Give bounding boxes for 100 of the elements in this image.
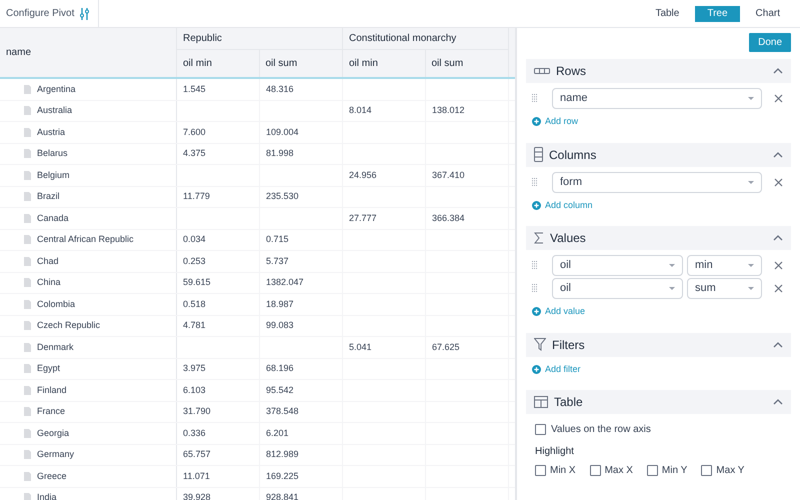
table-cell-text: 1382.047 xyxy=(266,276,304,289)
view-tab[interactable]: Chart xyxy=(744,6,792,22)
row-label: Greece xyxy=(37,470,67,482)
filter-icon xyxy=(534,338,546,351)
file-icon xyxy=(24,128,31,137)
section-header[interactable]: Filters xyxy=(526,332,791,356)
collapse-chevron-icon[interactable] xyxy=(773,68,783,74)
table-cell-text: 0.253 xyxy=(183,254,206,268)
table-cell-text: 6.201 xyxy=(266,426,289,440)
add-link[interactable]: Add column xyxy=(526,198,593,212)
file-icon xyxy=(24,192,31,202)
checkbox[interactable] xyxy=(701,465,712,476)
row-label: France xyxy=(37,405,66,418)
dropdown-caret-icon xyxy=(669,264,675,267)
row-label: Belgium xyxy=(37,168,70,182)
row-label: China xyxy=(37,276,61,289)
table-cell-text: 138.012 xyxy=(432,104,465,117)
close-icon[interactable] xyxy=(774,178,783,186)
collapse-chevron-icon[interactable] xyxy=(773,342,783,348)
table-cell-text: 67.625 xyxy=(432,340,460,354)
column-header[interactable]: oil sum xyxy=(260,50,342,77)
section-header[interactable]: Rows xyxy=(526,59,791,83)
plus-circle-icon xyxy=(532,200,541,210)
section-header[interactable]: Values xyxy=(526,226,791,250)
section-header[interactable]: Table xyxy=(526,390,791,414)
plus-circle-icon xyxy=(532,117,541,126)
table-cell-text: 5.041 xyxy=(349,340,372,354)
file-icon xyxy=(24,428,31,438)
table-cell-text: 11.779 xyxy=(183,190,210,203)
file-icon xyxy=(24,407,31,416)
table-cell-text: 4.781 xyxy=(183,319,206,332)
column-group-header: Constitutional monarchy xyxy=(343,28,508,50)
checkbox[interactable] xyxy=(646,465,658,476)
table-cell-text: 31.790 xyxy=(183,405,211,418)
table-cell-text: 1.545 xyxy=(183,82,206,96)
rows-icon xyxy=(534,67,550,75)
column-header[interactable]: oil min xyxy=(177,50,260,77)
collapse-chevron-icon[interactable] xyxy=(773,399,783,405)
row-label: India xyxy=(37,491,57,500)
dropdown-caret-icon xyxy=(748,180,754,184)
section-title: Values xyxy=(550,230,587,247)
table-cell-text: 0.715 xyxy=(266,233,289,246)
close-icon[interactable] xyxy=(774,284,783,293)
file-icon xyxy=(24,364,31,374)
close-icon[interactable] xyxy=(774,261,783,270)
dropdown-caret-icon xyxy=(748,97,754,100)
file-icon xyxy=(24,450,31,460)
column-header[interactable]: oil sum xyxy=(426,50,508,77)
checkbox[interactable] xyxy=(535,465,546,476)
table-cell-text: 99.083 xyxy=(266,319,294,332)
table-cell-text: 4.375 xyxy=(183,147,206,160)
table-cell-text: 378.548 xyxy=(266,405,299,418)
checkbox-label: Min X xyxy=(550,464,576,478)
select-field[interactable]: oil xyxy=(552,255,683,276)
columns-icon xyxy=(534,147,543,162)
dropdown-caret-icon xyxy=(748,287,754,290)
collapse-chevron-icon[interactable] xyxy=(773,152,783,158)
plus-circle-icon xyxy=(532,364,541,374)
row-label: Egypt xyxy=(37,362,60,375)
column-header[interactable]: oil min xyxy=(343,50,426,77)
checkbox[interactable] xyxy=(590,465,601,476)
close-icon[interactable] xyxy=(774,94,783,103)
table-cell-text: 68.196 xyxy=(266,362,294,375)
row-label: Belarus xyxy=(37,147,68,160)
row-label: Czech Republic xyxy=(37,319,100,332)
table-cell-text: 11.071 xyxy=(183,470,210,482)
table-cell-text: 0.336 xyxy=(183,426,206,440)
collapse-chevron-icon[interactable] xyxy=(773,235,783,241)
section-header[interactable]: Columns xyxy=(526,142,791,166)
table-cell-text: 109.004 xyxy=(266,126,299,138)
select-field[interactable]: sum xyxy=(687,278,762,299)
table-cell-text: 81.998 xyxy=(266,147,294,160)
dropdown-caret-icon xyxy=(748,264,754,267)
table-cell-text: 27.777 xyxy=(349,212,377,224)
file-icon xyxy=(24,106,31,116)
row-label: Chad xyxy=(37,254,59,268)
view-tab[interactable]: Table xyxy=(643,6,692,22)
configure-pivot-button[interactable]: Configure Pivot xyxy=(0,0,100,27)
checkbox-label: Min Y xyxy=(662,464,688,478)
file-icon xyxy=(24,149,31,158)
row-label: Canada xyxy=(37,212,69,224)
select-field[interactable]: form xyxy=(552,172,762,192)
table-cell-text: 6.103 xyxy=(183,384,206,396)
column-header[interactable]: name xyxy=(0,28,177,77)
select-field[interactable]: min xyxy=(687,255,762,276)
row-label: Denmark xyxy=(37,340,74,354)
table-cell-text: 48.316 xyxy=(266,82,294,96)
highlight-label: Highlight xyxy=(535,445,575,459)
checkbox[interactable] xyxy=(535,424,546,435)
sliders-icon xyxy=(79,8,90,20)
add-link[interactable]: Add filter xyxy=(526,362,581,376)
sigma-icon xyxy=(534,232,544,244)
row-label: Argentina xyxy=(37,82,76,96)
section-title: Rows xyxy=(556,63,588,80)
table-cell-text: 5.737 xyxy=(266,254,289,268)
select-field[interactable]: name xyxy=(552,88,762,109)
table-cell-text: 65.757 xyxy=(183,448,211,461)
table-cell-text: 0.518 xyxy=(183,298,206,310)
section-title: Table xyxy=(554,394,584,411)
select-field[interactable]: oil xyxy=(552,278,683,299)
